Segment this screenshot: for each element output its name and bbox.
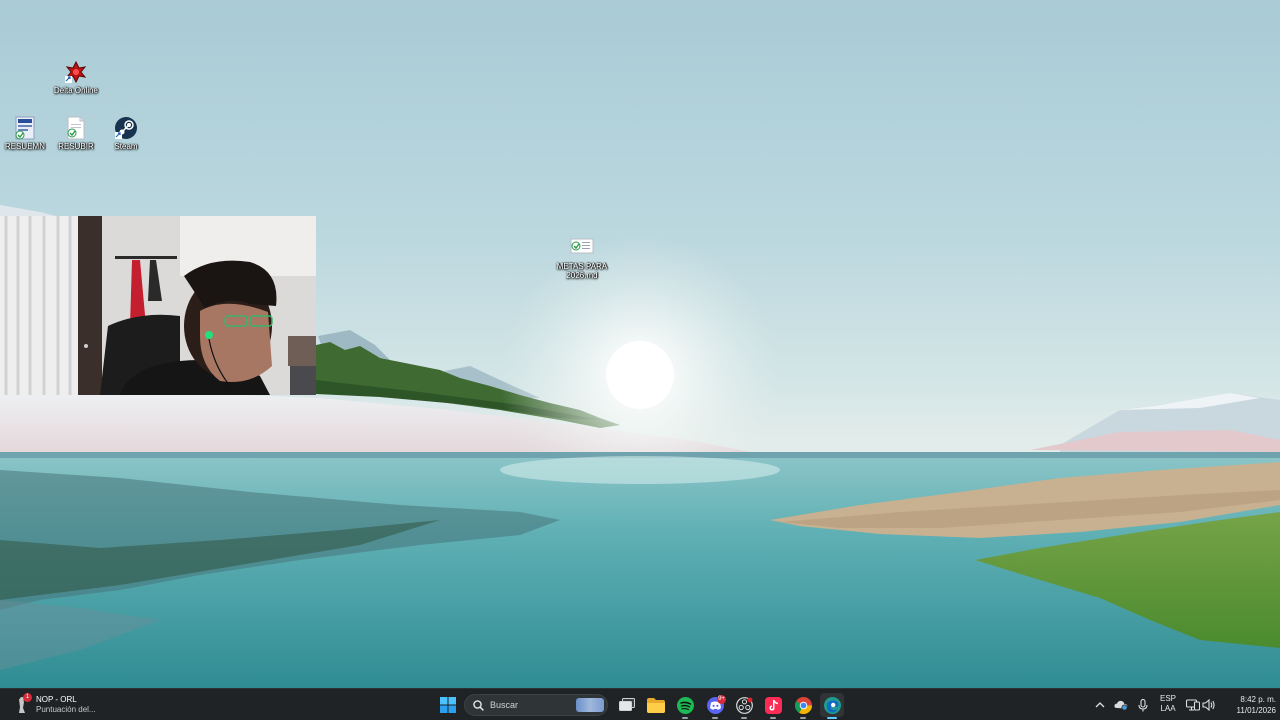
edge-button[interactable] <box>820 693 844 719</box>
start-button[interactable] <box>436 693 460 717</box>
search-highlight-image <box>576 698 604 712</box>
discord-button[interactable]: 9+ <box>703 693 727 719</box>
folder-icon <box>647 697 665 713</box>
notification-badge: 1 <box>23 693 32 702</box>
running-indicator <box>682 717 688 719</box>
taskbar-search-box[interactable]: Buscar <box>464 694 608 716</box>
network-icon <box>1186 699 1200 711</box>
desktop-icon-delta-online[interactable]: Delta Online <box>46 60 106 95</box>
text-file-icon <box>64 116 88 140</box>
desktop-icon-label: Delta Online <box>53 86 99 95</box>
desktop-icon-label: Steam <box>114 142 138 151</box>
desktop-icon-label: RESUBIR <box>58 142 94 151</box>
steam-icon <box>114 116 138 140</box>
tiktok-icon <box>764 696 782 714</box>
language-code: ESP <box>1159 694 1176 703</box>
desktop-icon-steam[interactable]: Steam <box>96 116 156 151</box>
running-indicator <box>712 717 718 719</box>
running-indicator <box>770 717 776 719</box>
chrome-button[interactable] <box>791 693 815 719</box>
running-indicator <box>741 717 747 719</box>
edge-icon <box>823 696 841 714</box>
desktop-icon-metas-para-2026[interactable]: METAS PARA 2026.md <box>552 236 612 280</box>
tiktok-button[interactable] <box>761 693 785 719</box>
widgets-button[interactable]: 1 NOP - ORL Puntuación del... <box>14 693 96 717</box>
sports-score-icon: 1 <box>14 693 32 714</box>
task-view-button[interactable] <box>615 693 639 717</box>
chevron-up-icon <box>1095 702 1105 708</box>
clock-time: 8:42 p. m. <box>1240 695 1276 704</box>
network-tray-button[interactable] <box>1185 697 1201 713</box>
desktop-icon-label: RESUEMN <box>4 142 45 151</box>
desktop-icon-label: METAS PARA 2026.md <box>556 262 608 280</box>
onedrive-tray-button[interactable] <box>1113 697 1129 713</box>
cloud-sync-icon <box>1114 700 1128 711</box>
widget-subtitle: Puntuación del... <box>36 705 96 714</box>
running-indicator <box>800 717 806 719</box>
search-icon <box>473 699 484 711</box>
clock-date: 11/01/2026 <box>1236 706 1276 715</box>
obs-studio-button[interactable] <box>732 693 756 719</box>
document-shortcut-icon <box>13 116 37 140</box>
show-hidden-icons-button[interactable] <box>1092 697 1108 713</box>
speaker-icon <box>1202 699 1215 711</box>
webcam-overlay <box>0 216 316 395</box>
chrome-icon <box>794 696 812 714</box>
search-placeholder: Buscar <box>490 700 519 710</box>
delta-online-game-icon <box>64 60 88 84</box>
file-explorer-button[interactable] <box>644 693 668 717</box>
webcam-feed-image <box>0 216 316 395</box>
microphone-icon <box>1138 698 1148 711</box>
spotify-button[interactable] <box>673 693 697 719</box>
widget-title: NOP - ORL <box>36 695 77 704</box>
windows-start-icon <box>440 697 456 713</box>
microphone-tray-button[interactable] <box>1135 697 1151 713</box>
markdown-file-icon <box>570 236 594 260</box>
obs-icon <box>735 696 753 714</box>
taskbar: 1 NOP - ORL Puntuación del... Buscar 9+ … <box>0 688 1280 720</box>
active-window-indicator <box>827 717 837 719</box>
volume-tray-button[interactable] <box>1201 697 1217 713</box>
input-language-indicator[interactable]: ESP LAA <box>1158 694 1178 714</box>
taskbar-clock[interactable]: 8:42 p. m. 11/01/2026 <box>1220 694 1276 716</box>
keyboard-layout-code: LAA <box>1160 704 1176 713</box>
discord-notification-badge: 9+ <box>717 695 726 704</box>
task-view-icon <box>619 698 635 711</box>
spotify-icon <box>676 696 694 714</box>
